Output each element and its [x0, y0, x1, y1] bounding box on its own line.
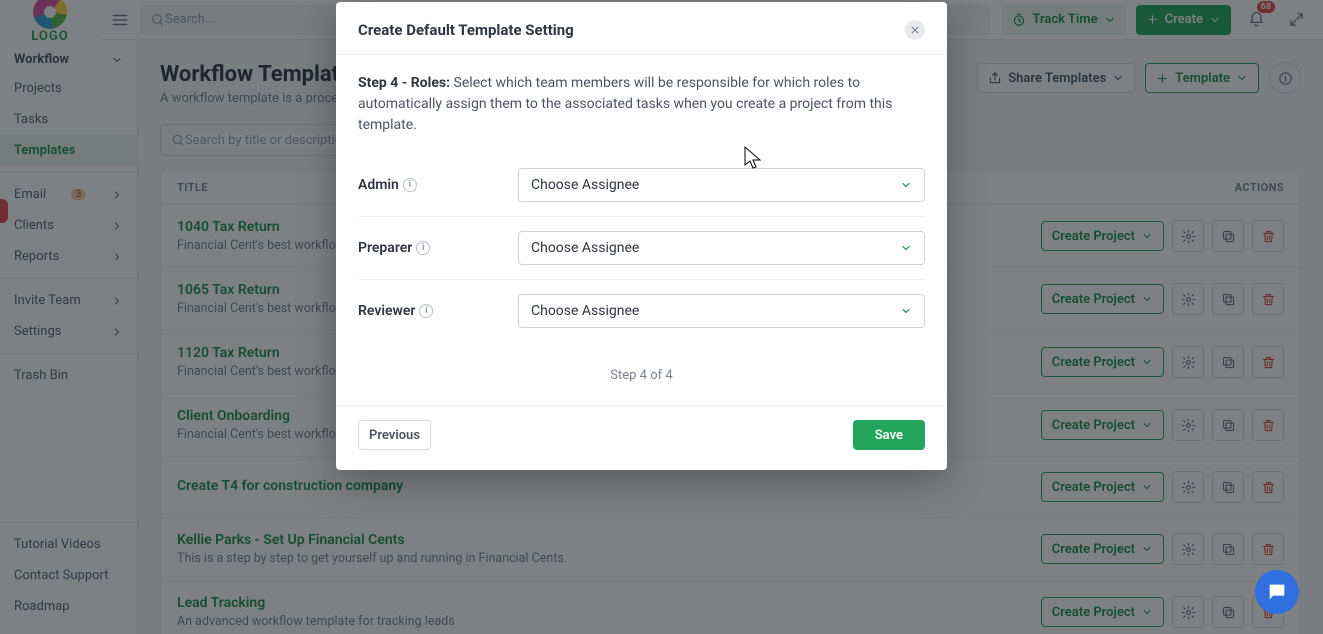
role-name: Preparer: [358, 240, 412, 256]
previous-label: Previous: [369, 428, 420, 443]
modal-title: Create Default Template Setting: [358, 21, 574, 39]
role-select-placeholder: Choose Assignee: [531, 240, 639, 256]
role-assignee-select[interactable]: Choose Assignee: [518, 168, 925, 202]
modal-default-template-setting: Create Default Template Setting Step 4 -…: [336, 2, 947, 470]
modal-body: Step 4 - Roles: Select which team member…: [336, 55, 947, 405]
role-name: Admin: [358, 177, 399, 193]
chevron-down-icon: [900, 179, 912, 191]
role-row: Admin i Choose Assignee: [358, 154, 925, 217]
role-name: Reviewer: [358, 303, 415, 319]
chat-icon: [1266, 581, 1288, 603]
role-row: Preparer i Choose Assignee: [358, 217, 925, 280]
info-icon[interactable]: i: [419, 304, 433, 318]
modal-footer: Previous Save: [336, 405, 947, 470]
role-row: Reviewer i Choose Assignee: [358, 280, 925, 342]
role-select-placeholder: Choose Assignee: [531, 303, 639, 319]
close-icon: [910, 25, 920, 35]
modal-header: Create Default Template Setting: [336, 2, 947, 55]
role-label: Preparer i: [358, 240, 518, 256]
info-icon[interactable]: i: [403, 178, 417, 192]
role-list: Admin i Choose Assignee Preparer i Choos…: [358, 154, 925, 342]
role-assignee-select[interactable]: Choose Assignee: [518, 294, 925, 328]
modal-intro: Step 4 - Roles: Select which team member…: [358, 73, 925, 136]
modal-step-label: Step 4 - Roles:: [358, 75, 450, 91]
save-button[interactable]: Save: [853, 420, 925, 450]
previous-button[interactable]: Previous: [358, 420, 431, 450]
role-label: Reviewer i: [358, 303, 518, 319]
modal-step-indicator: Step 4 of 4: [358, 342, 925, 395]
role-assignee-select[interactable]: Choose Assignee: [518, 231, 925, 265]
modal-close-button[interactable]: [905, 20, 925, 40]
role-label: Admin i: [358, 177, 518, 193]
role-select-placeholder: Choose Assignee: [531, 177, 639, 193]
chat-support-button[interactable]: [1255, 570, 1299, 614]
save-label: Save: [875, 428, 903, 443]
info-icon[interactable]: i: [416, 241, 430, 255]
chevron-down-icon: [900, 242, 912, 254]
chevron-down-icon: [900, 305, 912, 317]
